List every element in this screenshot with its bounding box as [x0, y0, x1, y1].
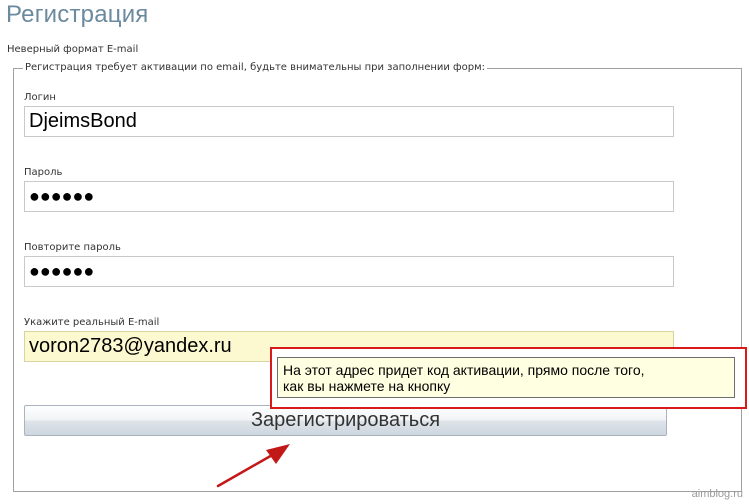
- fieldset-legend: Регистрация требует активации по email, …: [23, 62, 487, 73]
- tooltip-line-1: На этот адрес придет код активации, прям…: [283, 362, 645, 378]
- error-message: Неверный формат E-mail: [7, 44, 139, 55]
- tooltip-line-2: как вы нажмете на кнопку: [283, 378, 451, 394]
- email-label: Укажите реальный E-mail: [24, 317, 160, 328]
- register-button[interactable]: Зарегистрироваться: [24, 405, 667, 436]
- login-label: Логин: [24, 92, 56, 103]
- password-repeat-input[interactable]: ●●●●●●: [24, 256, 674, 287]
- password-repeat-label: Повторите пароль: [24, 242, 121, 253]
- password-label: Пароль: [24, 167, 63, 178]
- email-tooltip: На этот адрес придет код активации, прям…: [277, 357, 735, 398]
- page-title: Регистрация: [6, 1, 149, 28]
- password-input[interactable]: ●●●●●●: [24, 181, 674, 212]
- annotation-arrow-icon: [216, 444, 290, 488]
- watermark: aimblog.ru: [691, 488, 743, 500]
- login-input[interactable]: DjeimsBond: [24, 106, 674, 137]
